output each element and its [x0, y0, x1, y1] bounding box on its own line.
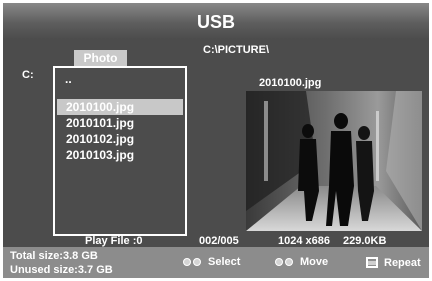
file-item[interactable]: 2010101.jpg	[57, 115, 183, 131]
file-size: 229.0KB	[343, 235, 387, 247]
tab-photo[interactable]: Photo	[74, 50, 127, 66]
file-item[interactable]: 2010102.jpg	[57, 131, 183, 147]
file-item[interactable]: 2010103.jpg	[57, 147, 183, 163]
file-item[interactable]: 2010100.jpg	[57, 99, 183, 115]
preview-filename: 2010100.jpg	[259, 77, 322, 89]
image-resolution: 1024 x686	[278, 235, 330, 247]
title-bar: USB	[3, 3, 429, 39]
select-buttons-icon	[183, 258, 203, 266]
bottom-bar: Total size:3.8 GB Unused size:3.7 GB Sel…	[3, 247, 429, 278]
photo-preview-image	[246, 91, 422, 231]
repeat-hint[interactable]: Repeat	[365, 256, 421, 269]
file-list-panel: .. 2010100.jpg 2010101.jpg 2010102.jpg 2…	[53, 66, 187, 236]
preview-photo-graphic	[246, 91, 422, 231]
move-hint[interactable]: Move	[275, 256, 328, 268]
repeat-label: Repeat	[384, 256, 421, 269]
select-hint[interactable]: Select	[183, 256, 240, 268]
select-label: Select	[208, 256, 241, 268]
parent-directory-item[interactable]: ..	[65, 72, 72, 86]
total-size: Total size:3.8 GB	[10, 250, 98, 262]
current-path: C:\PICTURE\	[203, 44, 269, 56]
play-file-counter: Play File :0	[85, 235, 143, 247]
usb-browser-screen: USB Photo C:\PICTURE\ C: .. 2010100.jpg …	[3, 3, 429, 278]
drive-label: C:	[22, 69, 34, 81]
move-label: Move	[300, 256, 329, 268]
screen-title: USB	[196, 12, 235, 32]
file-list: 2010100.jpg 2010101.jpg 2010102.jpg 2010…	[57, 99, 183, 163]
move-buttons-icon	[275, 258, 295, 266]
repeat-icon	[366, 257, 378, 268]
unused-size: Unused size:3.7 GB	[10, 264, 113, 276]
file-index: 002/005	[199, 235, 239, 247]
